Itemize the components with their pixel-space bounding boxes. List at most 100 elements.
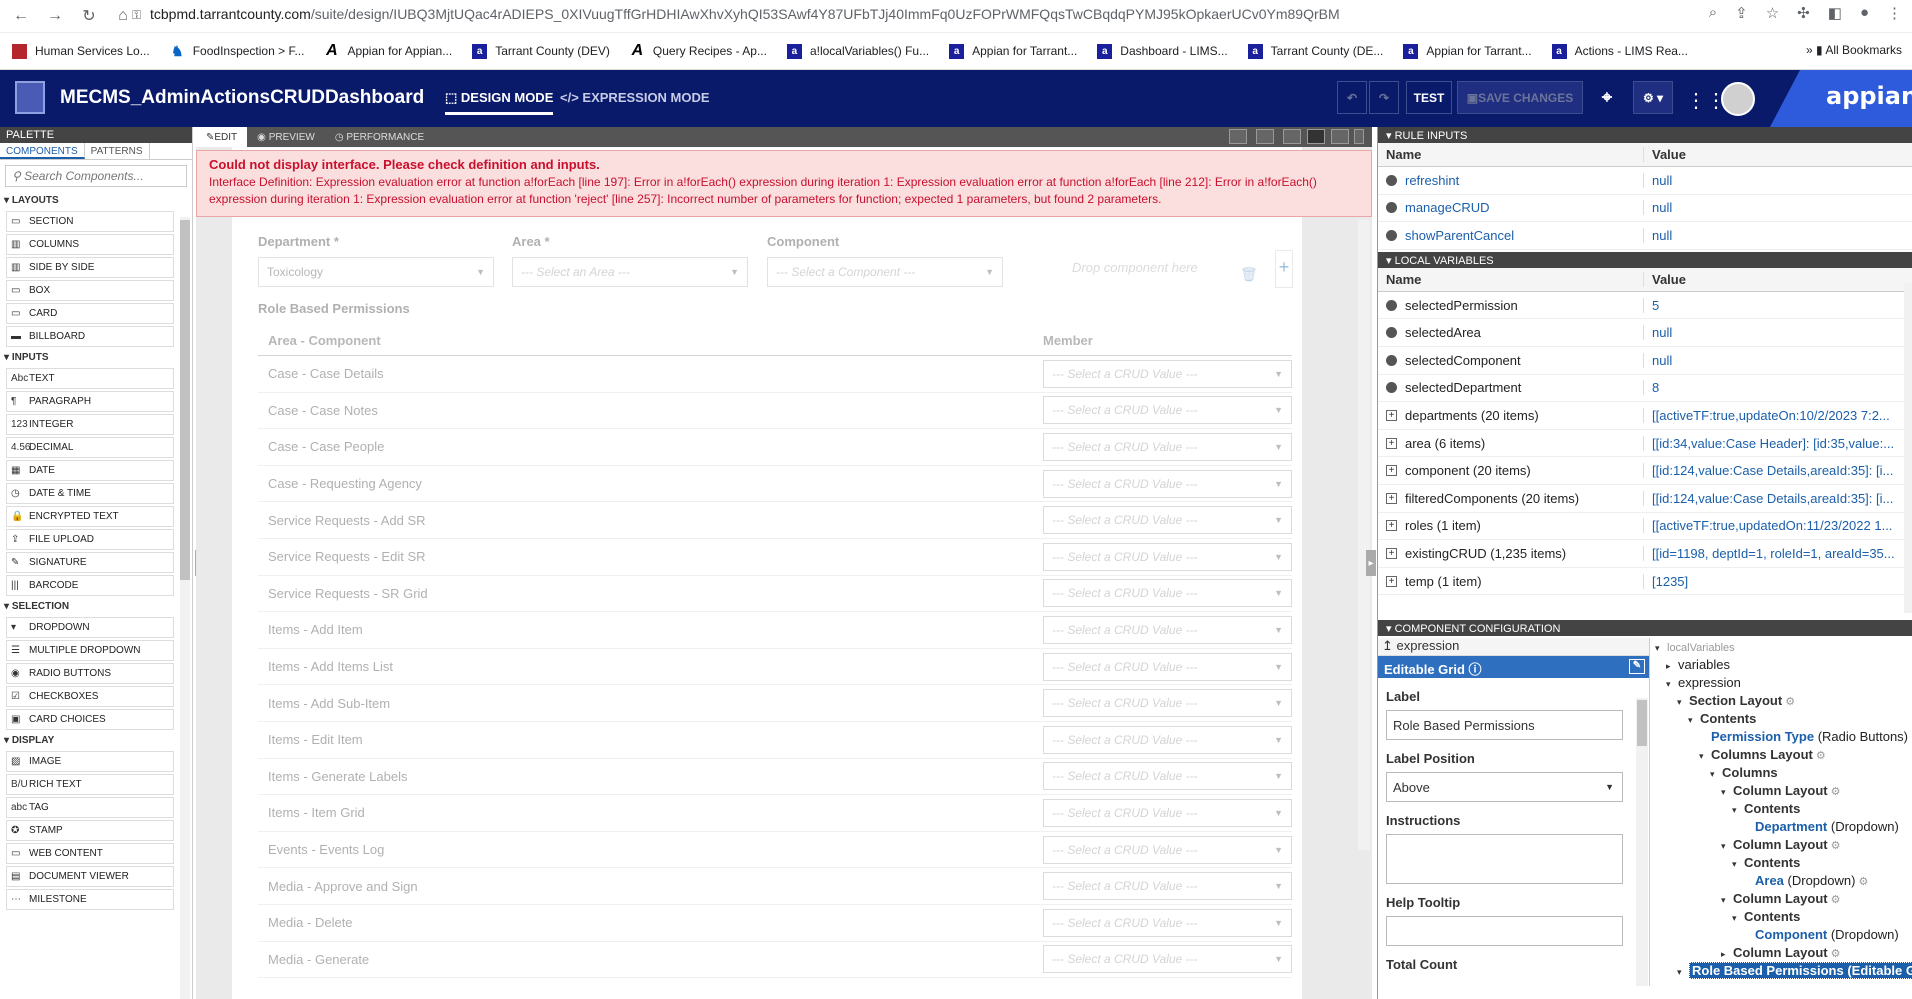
search-input[interactable]: ⚲ Search Components... [5, 165, 187, 187]
crud-dropdown[interactable]: --- Select a CRUD Value --- ▼ [1043, 908, 1292, 937]
local-variable-row[interactable]: + component (20 items) [[id:124,value:Case… [1378, 457, 1912, 485]
palette-item-milestone[interactable]: ⋯ MILESTONE [6, 889, 174, 910]
palette-scroll-thumb[interactable] [180, 220, 190, 580]
tree-node[interactable]: ▾ expression [1653, 674, 1912, 692]
expand-icon[interactable]: + [1386, 547, 1397, 559]
area-dropdown[interactable]: --- Select an Area --- ▼ [512, 257, 748, 287]
gear-icon[interactable]: ⚙ [1782, 696, 1795, 708]
tree-node[interactable]: ▾ Columns Layout ⚙ [1653, 746, 1912, 764]
local-variable-row[interactable]: + roles (1 item) [[activeTF:true,updatedOn… [1378, 513, 1912, 541]
palette-item-tag[interactable]: abc TAG [6, 797, 174, 818]
expand-icon[interactable]: + [1386, 520, 1397, 532]
wide-desktop-icon[interactable] [1256, 129, 1274, 144]
crud-dropdown[interactable]: --- Select a CRUD Value --- ▼ [1043, 359, 1292, 388]
tree-node[interactable]: ▾ Contents [1653, 908, 1912, 926]
phone-icon[interactable] [1354, 129, 1364, 144]
palette-item-date-time[interactable]: ◷ DATE & TIME [6, 483, 174, 504]
palette-item-radio-buttons[interactable]: ◉ RADIO BUTTONS [6, 663, 174, 684]
tree-node[interactable]: ▾ Contents [1653, 710, 1912, 728]
address-bar[interactable]: tcbpmd.tarrantcounty.com/suite/design/IU… [150, 6, 1340, 22]
label-input[interactable]: Role Based Permissions [1386, 710, 1623, 740]
palette-item-stamp[interactable]: ✪ STAMP [6, 820, 174, 841]
rule-inputs-header[interactable]: ▾ RULE INPUTS [1378, 127, 1912, 143]
palette-item-side-by-side[interactable]: ▥ SIDE BY SIDE [6, 257, 174, 278]
crud-dropdown[interactable]: --- Select a CRUD Value --- ▼ [1043, 689, 1292, 718]
test-button[interactable]: TEST [1406, 81, 1452, 114]
tab-edit[interactable]: ✎ EDIT [196, 127, 248, 147]
crud-dropdown[interactable]: --- Select a CRUD Value --- ▼ [1043, 725, 1292, 754]
canvas-scrollbar[interactable] [1358, 220, 1370, 850]
component-config-header[interactable]: ▾ COMPONENT CONFIGURATION [1378, 620, 1912, 636]
help-icon[interactable]: ⓘ [1469, 662, 1482, 677]
local-variable-row[interactable]: selectedComponent null [1378, 347, 1912, 375]
crud-dropdown[interactable]: --- Select a CRUD Value --- ▼ [1043, 762, 1292, 791]
forward-icon[interactable]: → [42, 3, 68, 29]
sidepanel-icon[interactable]: ◧ [1828, 4, 1842, 22]
palette-item-card-choices[interactable]: ▣ CARD CHOICES [6, 709, 174, 730]
palette-item-date[interactable]: ▦ DATE [6, 460, 174, 481]
tree-node[interactable]: ▾ Role Based Permissions (Editable G [1653, 962, 1912, 980]
local-variable-row[interactable]: selectedPermission 5 [1378, 292, 1912, 320]
expand-icon[interactable]: + [1386, 409, 1397, 421]
tree-node[interactable]: Department (Dropdown) [1653, 818, 1912, 836]
undo-button[interactable]: ↶ [1337, 81, 1367, 114]
all-bookmarks[interactable]: » ▮ All Bookmarks [1806, 43, 1902, 57]
palette-item-file-upload[interactable]: ⇪ FILE UPLOAD [6, 529, 174, 550]
crud-dropdown[interactable]: --- Select a CRUD Value --- ▼ [1043, 945, 1292, 974]
tree-node[interactable]: ▾ Column Layout ⚙ [1653, 782, 1912, 800]
crud-dropdown[interactable]: --- Select a CRUD Value --- ▼ [1043, 579, 1292, 608]
tree-node[interactable]: ▾ localVariables [1653, 638, 1912, 656]
save-changes-button[interactable]: ▣ SAVE CHANGES [1457, 81, 1583, 114]
reload-icon[interactable]: ↻ [76, 3, 102, 29]
tree-node[interactable]: ▾ Columns [1653, 764, 1912, 782]
palette-item-section[interactable]: ▭ SECTION [6, 211, 174, 232]
trash-icon[interactable]: 🗑 [1240, 266, 1258, 283]
inspect-icon[interactable]: ⌖ [1592, 81, 1622, 114]
label-position-select[interactable]: Above ▼ [1386, 772, 1623, 802]
palette-section-selection[interactable]: ▾ SELECTION [0, 598, 192, 615]
department-dropdown[interactable]: Toxicology ▼ [258, 257, 494, 287]
crud-dropdown[interactable]: --- Select a CRUD Value --- ▼ [1043, 835, 1292, 864]
back-icon[interactable]: ← [8, 3, 34, 29]
expand-icon[interactable]: + [1386, 492, 1397, 504]
design-mode-tab[interactable]: ⬚ DESIGN MODE [445, 90, 554, 115]
crud-dropdown[interactable]: --- Select a CRUD Value --- ▼ [1043, 432, 1292, 461]
tree-node[interactable]: ▾ Column Layout ⚙ [1653, 836, 1912, 854]
gear-icon[interactable]: ⚙ [1855, 876, 1869, 888]
bookmark-item[interactable]: Human Services Lo... [12, 43, 150, 59]
tablet-icon[interactable] [1331, 129, 1349, 144]
tree-node[interactable]: ▸ Column Layout ⚙ [1653, 944, 1912, 962]
palette-section-layouts[interactable]: ▾ LAYOUTS [0, 192, 192, 209]
palette-item-box[interactable]: ▭ BOX [6, 280, 174, 301]
bookmark-item[interactable]: a a!localVariables() Fu... [786, 43, 929, 59]
rule-input-row[interactable]: showParentCancel null [1378, 222, 1912, 250]
palette-item-multiple-dropdown[interactable]: ☰ MULTIPLE DROPDOWN [6, 640, 174, 661]
local-variable-row[interactable]: + filteredComponents (20 items) [[id:124,v… [1378, 485, 1912, 513]
fit-width-icon[interactable] [1229, 129, 1247, 144]
zoom-icon[interactable]: ⌕ [1709, 4, 1717, 22]
bookmark-item[interactable]: a Dashboard - LIMS... [1097, 43, 1228, 59]
expand-icon[interactable]: + [1386, 575, 1397, 587]
config-scrollbar[interactable] [1904, 283, 1912, 613]
menu-icon[interactable]: ⋮ [1887, 4, 1902, 22]
palette-item-card[interactable]: ▭ CARD [6, 303, 174, 324]
palette-item-web-content[interactable]: ▭ WEB CONTENT [6, 843, 174, 864]
palette-item-dropdown[interactable]: ▾ DROPDOWN [6, 617, 174, 638]
palette-item-decimal[interactable]: 4.56 DECIMAL [6, 437, 174, 458]
help-tooltip-input[interactable] [1386, 916, 1623, 946]
site-info-icon[interactable]: ⚿ [132, 8, 141, 23]
bookmark-item[interactable]: ♞ FoodInspection > F... [169, 43, 304, 59]
desktop-icon[interactable] [1283, 129, 1301, 144]
tab-components[interactable]: COMPONENTS [0, 143, 85, 159]
local-variable-row[interactable]: selectedArea null [1378, 319, 1912, 347]
palette-item-encrypted-text[interactable]: 🔒 ENCRYPTED TEXT [6, 506, 174, 527]
tree-node[interactable]: Component (Dropdown) [1653, 926, 1912, 944]
add-column-button[interactable]: + [1275, 250, 1293, 288]
crud-dropdown[interactable]: --- Select a CRUD Value --- ▼ [1043, 469, 1292, 498]
palette-item-image[interactable]: ▨ IMAGE [6, 751, 174, 772]
palette-item-rich-text[interactable]: B/U RICH TEXT [6, 774, 174, 795]
local-variable-row[interactable]: + area (6 items) [[id:34,value:Case Header… [1378, 430, 1912, 458]
profile-icon[interactable]: ● [1860, 4, 1869, 22]
palette-item-barcode[interactable]: ||| BARCODE [6, 575, 174, 596]
palette-section-inputs[interactable]: ▾ INPUTS [0, 349, 192, 366]
